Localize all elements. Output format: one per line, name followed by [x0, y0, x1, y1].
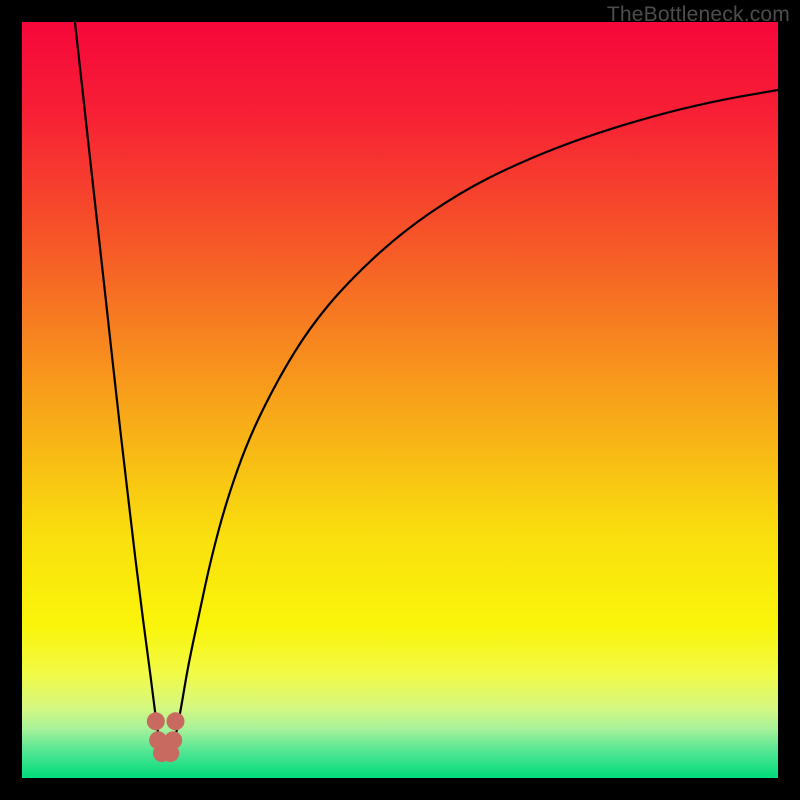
watermark-label: TheBottleneck.com — [607, 3, 790, 27]
min-marker — [147, 712, 165, 730]
bottleneck-curve — [22, 22, 778, 778]
chart-frame: TheBottleneck.com — [0, 0, 800, 800]
plot-area — [22, 22, 778, 778]
curve-path — [75, 22, 778, 755]
min-marker — [164, 731, 182, 749]
min-marker — [167, 712, 185, 730]
